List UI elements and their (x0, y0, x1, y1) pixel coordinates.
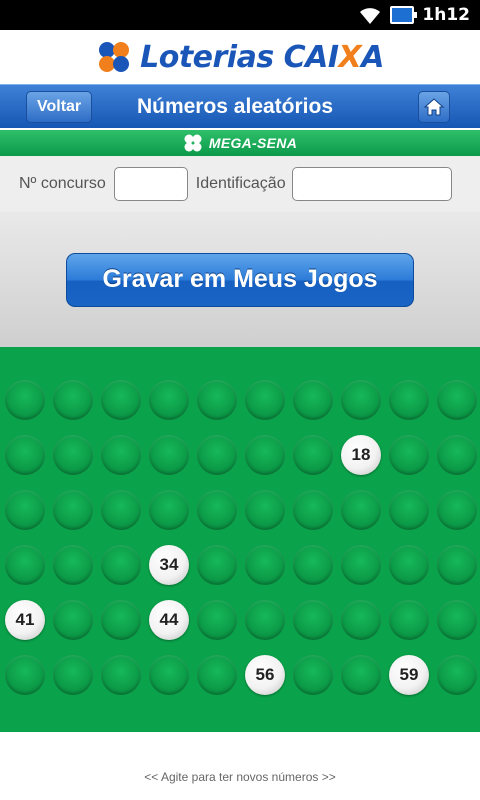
empty-ball (101, 600, 141, 640)
back-button[interactable]: Voltar (26, 91, 93, 123)
empty-ball (293, 655, 333, 695)
empty-ball (437, 380, 477, 420)
empty-ball (389, 600, 429, 640)
empty-ball (341, 600, 381, 640)
save-area: Gravar em Meus Jogos (0, 212, 480, 347)
empty-ball (197, 545, 237, 585)
clover-logo-icon (99, 42, 130, 72)
empty-ball (341, 545, 381, 585)
empty-ball (149, 435, 189, 475)
empty-ball (101, 545, 141, 585)
concurso-label: Nº concurso (19, 175, 106, 192)
empty-ball (101, 490, 141, 530)
empty-ball (245, 380, 285, 420)
empty-ball (197, 380, 237, 420)
ball-row: 41 44 (5, 600, 480, 640)
empty-ball (149, 490, 189, 530)
empty-ball (389, 435, 429, 475)
clover-icon (184, 134, 202, 152)
empty-ball (437, 655, 477, 695)
empty-ball (293, 380, 333, 420)
empty-ball (149, 655, 189, 695)
nav-bar: Voltar Números aleatórios (0, 84, 480, 128)
empty-ball (293, 545, 333, 585)
empty-ball (101, 435, 141, 475)
empty-ball (5, 545, 45, 585)
empty-ball (53, 655, 93, 695)
empty-ball (5, 490, 45, 530)
save-button[interactable]: Gravar em Meus Jogos (66, 252, 414, 307)
picked-number-ball: 18 (341, 435, 381, 475)
home-button[interactable] (418, 91, 450, 123)
empty-ball (341, 655, 381, 695)
empty-ball (293, 435, 333, 475)
empty-ball (245, 435, 285, 475)
empty-ball (293, 600, 333, 640)
logo-word: Loterias (140, 39, 274, 75)
empty-ball (53, 545, 93, 585)
app-logo: Loterias CAIXA (0, 30, 480, 84)
wifi-icon (360, 8, 381, 24)
status-bar: 1h12 (0, 0, 480, 30)
ball-row (5, 380, 480, 420)
empty-ball (149, 380, 189, 420)
ident-input[interactable] (291, 167, 452, 201)
empty-ball (389, 545, 429, 585)
empty-ball (437, 490, 477, 530)
empty-ball (245, 545, 285, 585)
ident-label: Identificação (195, 175, 286, 192)
empty-ball (53, 490, 93, 530)
logo-text: Loterias CAIXA (140, 40, 384, 75)
empty-ball (5, 380, 45, 420)
logo-caixa-a: CAI (283, 39, 339, 75)
logo-caixa-b: A (361, 39, 384, 75)
picked-number-ball: 44 (149, 600, 189, 640)
empty-ball (293, 490, 333, 530)
empty-ball (437, 545, 477, 585)
ball-row: 18 (5, 435, 480, 475)
empty-ball (101, 380, 141, 420)
empty-ball (53, 380, 93, 420)
ball-row: 56 59 (5, 655, 480, 695)
picked-number-ball: 56 (245, 655, 285, 695)
empty-ball (341, 490, 381, 530)
game-banner: MEGA-SENA (0, 128, 480, 156)
clock: 1h12 (422, 5, 470, 25)
empty-ball (197, 600, 237, 640)
number-grid: 18 34 41 44 56 59 (0, 347, 480, 732)
picked-number-ball: 59 (389, 655, 429, 695)
game-name: MEGA-SENA (208, 135, 298, 151)
ball-row (5, 490, 480, 530)
empty-ball (5, 435, 45, 475)
empty-ball (389, 380, 429, 420)
shake-hint: << Agite para ter novos números >> (0, 732, 480, 800)
home-icon (423, 98, 445, 116)
empty-ball (101, 655, 141, 695)
empty-ball (53, 600, 93, 640)
form-row: Nº concurso Identificação (0, 156, 480, 212)
empty-ball (197, 435, 237, 475)
empty-ball (389, 490, 429, 530)
picked-number-ball: 41 (5, 600, 45, 640)
battery-icon (390, 6, 418, 24)
picked-number-ball: 34 (149, 545, 189, 585)
empty-ball (197, 490, 237, 530)
logo-caixa-x: X (338, 39, 362, 75)
empty-ball (245, 600, 285, 640)
empty-ball (197, 655, 237, 695)
empty-ball (437, 600, 477, 640)
empty-ball (5, 655, 45, 695)
ball-row: 34 (5, 545, 480, 585)
empty-ball (341, 380, 381, 420)
empty-ball (437, 435, 477, 475)
empty-ball (53, 435, 93, 475)
concurso-input[interactable] (113, 167, 188, 201)
empty-ball (245, 490, 285, 530)
